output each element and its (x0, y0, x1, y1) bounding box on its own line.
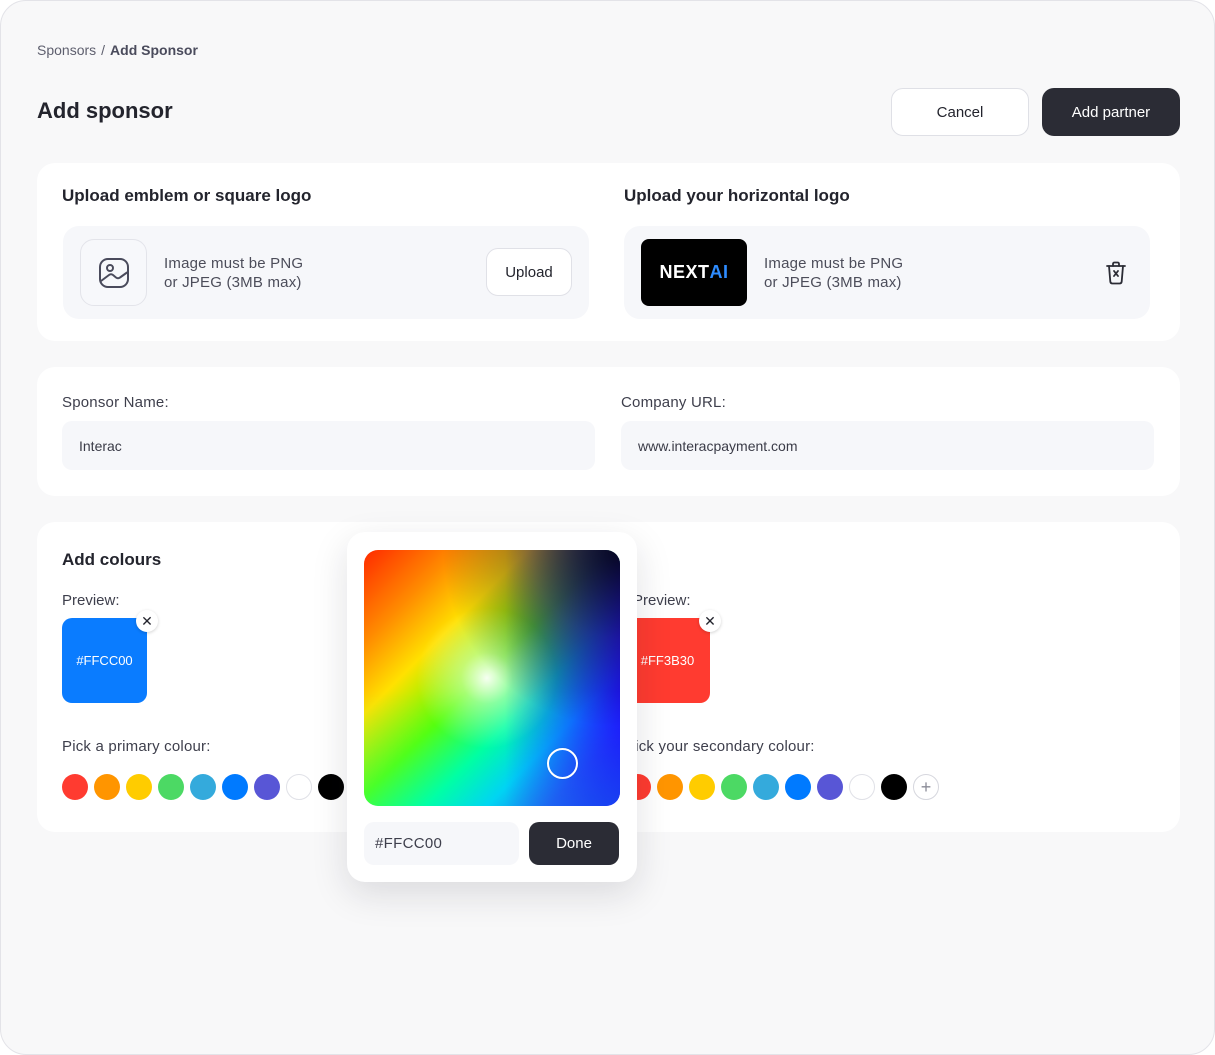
primary-pick-label: Pick a primary colour: (62, 738, 211, 755)
primary-colour-hex: #FFCC00 (76, 653, 133, 668)
secondary-pick-label: Pick your secondary colour: (625, 738, 815, 755)
breadcrumb: Sponsors / Add Sponsor (37, 42, 198, 58)
sponsor-details-card: Sponsor Name: Company URL: (37, 367, 1180, 496)
primary-swatch-3[interactable] (158, 774, 184, 800)
primary-swatch-0[interactable] (62, 774, 88, 800)
secondary-swatch-1[interactable] (657, 774, 683, 800)
logo-text: NEXT (659, 262, 710, 282)
horizontal-logo-upload-box: NEXT AI Image must be PNG or JPEG (3MB ma… (624, 226, 1150, 319)
app-frame: Sponsors / Add Sponsor Add sponsor Cancel … (0, 0, 1215, 1055)
horizontal-logo-preview: NEXT AI (641, 239, 747, 306)
secondary-swatch-2[interactable] (689, 774, 715, 800)
spectrum-handle[interactable] (547, 748, 578, 779)
primary-swatch-2[interactable] (126, 774, 152, 800)
secondary-swatch-4[interactable] (753, 774, 779, 800)
primary-swatch-6[interactable] (254, 774, 280, 800)
secondary-swatch-7[interactable] (849, 774, 875, 800)
breadcrumb-current: Add Sponsor (110, 42, 198, 58)
add-partner-button[interactable]: Add partner (1042, 88, 1180, 136)
close-icon: ✕ (141, 613, 153, 629)
primary-swatch-4[interactable] (190, 774, 216, 800)
primary-swatch-5[interactable] (222, 774, 248, 800)
upload-button[interactable]: Upload (486, 248, 572, 296)
sponsor-name-input[interactable] (62, 421, 595, 470)
sponsor-name-label: Sponsor Name: (62, 394, 169, 411)
primary-swatch-1[interactable] (94, 774, 120, 800)
logo-text-accent: AI (709, 262, 729, 282)
square-logo-upload-box: Image must be PNG or JPEG (3MB max) Uplo… (63, 226, 589, 319)
trash-icon[interactable] (1104, 260, 1128, 286)
horizontal-logo-hint: Image must be PNG or JPEG (3MB max) (764, 255, 904, 291)
plus-icon: + (920, 777, 932, 797)
secondary-preview-label: Preview: (633, 592, 691, 609)
secondary-swatch-3[interactable] (721, 774, 747, 800)
image-icon (98, 257, 129, 288)
square-logo-hint: Image must be PNG or JPEG (3MB max) (164, 255, 304, 291)
add-colour-button[interactable]: + (913, 774, 939, 800)
primary-swatch-7[interactable] (286, 774, 312, 800)
square-logo-title: Upload emblem or square logo (62, 186, 312, 205)
primary-palette (62, 774, 344, 800)
page-title: Add sponsor (37, 98, 173, 123)
colours-title: Add colours (62, 550, 162, 569)
secondary-swatch-5[interactable] (785, 774, 811, 800)
close-icon: ✕ (704, 613, 716, 629)
colour-spectrum[interactable] (364, 550, 620, 806)
secondary-colour-preview: #FF3B30 (625, 618, 710, 703)
breadcrumb-sponsors[interactable]: Sponsors (37, 42, 96, 58)
company-url-label: Company URL: (621, 394, 726, 411)
secondary-swatch-6[interactable] (817, 774, 843, 800)
primary-colour-preview: #FFCC00 (62, 618, 147, 703)
remove-secondary-colour-button[interactable]: ✕ (699, 610, 721, 632)
image-placeholder (80, 239, 147, 306)
breadcrumb-separator: / (101, 42, 106, 58)
colour-picker-popover: Done (347, 532, 637, 882)
company-url-input[interactable] (621, 421, 1154, 470)
done-button[interactable]: Done (529, 822, 619, 865)
secondary-swatch-8[interactable] (881, 774, 907, 800)
horizontal-logo-title: Upload your horizontal logo (624, 186, 850, 205)
secondary-colour-hex: #FF3B30 (640, 653, 695, 668)
primary-swatch-8[interactable] (318, 774, 344, 800)
secondary-palette: + (625, 774, 939, 800)
primary-preview-label: Preview: (62, 592, 120, 609)
upload-card: Upload emblem or square logo Image must … (37, 163, 1180, 341)
remove-primary-colour-button[interactable]: ✕ (136, 610, 158, 632)
hex-input[interactable] (364, 822, 519, 865)
cancel-button[interactable]: Cancel (891, 88, 1029, 136)
